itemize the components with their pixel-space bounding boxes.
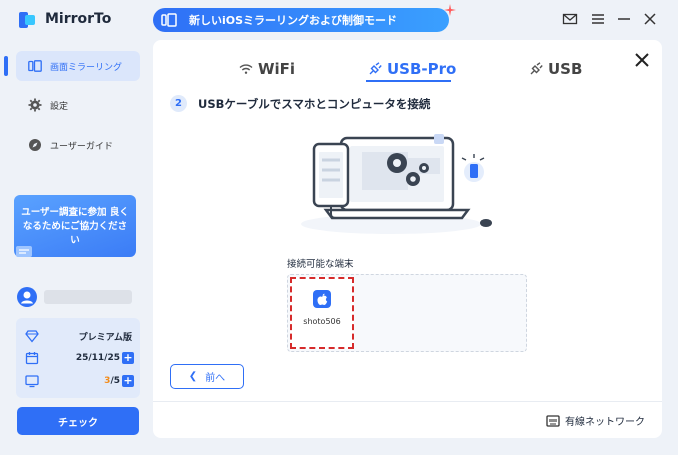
close-icon[interactable] [634, 52, 650, 68]
check-button[interactable]: チェック [17, 407, 139, 435]
screen-mirror-icon [28, 59, 42, 73]
extend-plan-button[interactable]: + [122, 352, 134, 364]
monitor-icon [25, 375, 39, 388]
menu-icon[interactable] [590, 11, 606, 27]
device-name: shoto506 [303, 317, 341, 326]
available-devices-label: 接続可能な端末 [287, 259, 354, 270]
tab-usb-pro[interactable]: USB-Pro [367, 58, 456, 80]
promo-banner[interactable]: 新しいiOSミラーリングおよび制御モード [153, 8, 449, 32]
sparkle-icon [444, 4, 456, 16]
calendar-icon [25, 352, 39, 365]
tab-wifi[interactable]: WiFi [238, 58, 295, 80]
username-redacted [44, 290, 132, 304]
plan-name: プレミアム版 [78, 332, 132, 343]
active-nav-indicator [4, 56, 8, 76]
step-number: 2 [170, 95, 187, 112]
tab-label: USB-Pro [387, 60, 457, 78]
close-window-icon[interactable] [642, 11, 658, 27]
back-button[interactable]: ❮ 前へ [170, 364, 244, 389]
app-title: MirrorTo [45, 11, 112, 27]
sidebar-item-settings[interactable]: 設定 [16, 90, 140, 120]
plan-expiry-row: 25/11/25 + [16, 348, 140, 368]
plan-card: プレミアム版 25/11/25 + 3/5 + [16, 318, 140, 398]
mirror-mode-icon [153, 8, 185, 32]
mail-icon[interactable] [562, 11, 578, 27]
apple-icon [313, 290, 331, 308]
back-button-label: 前へ [205, 373, 226, 384]
step-instruction: USBケーブルでスマホとコンピュータを接続 [198, 97, 431, 111]
tab-label: WiFi [258, 60, 296, 78]
sidebar-item-label: ユーザーガイド [50, 141, 113, 152]
tab-usb[interactable]: USB [528, 58, 582, 80]
wired-network-label: 有線ネットワーク [565, 417, 645, 428]
usb-plug-icon [367, 61, 383, 77]
add-device-button[interactable]: + [122, 375, 134, 387]
sidebar-item-user-guide[interactable]: ユーザーガイド [16, 130, 140, 160]
wifi-icon [238, 61, 254, 77]
mirrorto-logo [19, 12, 35, 28]
sidebar-item-label: 画面ミラーリング [50, 62, 123, 73]
tab-label: USB [548, 60, 583, 78]
compass-icon [28, 138, 42, 152]
chevron-left-icon: ❮ [188, 371, 198, 382]
plan-expiry: 25/11/25 [75, 353, 120, 363]
device-count: 3/5 [104, 376, 120, 386]
sidebar-item-screen-mirroring[interactable]: 画面ミラーリング [16, 51, 140, 81]
minimize-icon[interactable] [616, 11, 632, 27]
plan-type-row: プレミアム版 [16, 326, 140, 346]
device-card[interactable]: shoto506 [290, 277, 354, 349]
active-tab-underline [366, 80, 451, 82]
promo-text: 新しいiOSミラーリングおよび制御モード [189, 14, 398, 27]
plan-devices-row: 3/5 + [16, 371, 140, 391]
usb-plug-icon [528, 61, 544, 77]
phone-to-laptop-usb-illustration [301, 134, 492, 234]
sidebar-item-label: 設定 [50, 101, 69, 112]
wired-network-button[interactable]: 有線ネットワーク [546, 413, 645, 428]
gear-icon [28, 98, 42, 112]
ethernet-icon [546, 414, 560, 427]
footer-divider [153, 401, 662, 402]
survey-icon [16, 246, 32, 257]
avatar[interactable] [17, 287, 37, 307]
diamond-icon [25, 330, 39, 343]
